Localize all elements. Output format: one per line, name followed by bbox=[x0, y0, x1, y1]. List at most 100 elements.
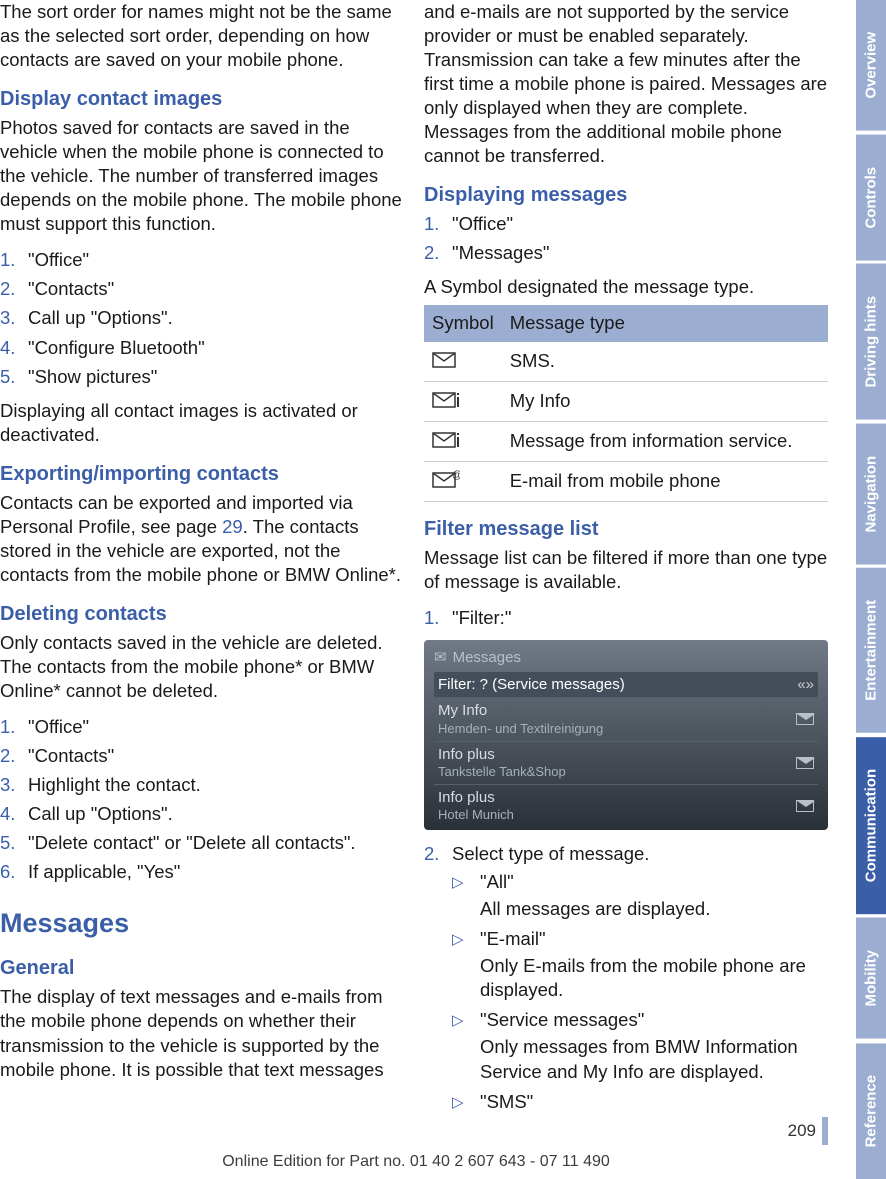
list-item: Highlight the contact. bbox=[0, 773, 404, 797]
delete-body: Only contacts saved in the vehicle are d… bbox=[0, 631, 404, 703]
table-cell: My Info bbox=[502, 381, 828, 421]
table-cell: SMS. bbox=[502, 342, 828, 382]
screenshot-row-text: Filter: ? (Service messages) bbox=[438, 675, 625, 695]
symbol-note: A Symbol designated the message type. bbox=[424, 275, 828, 299]
heading-deleting-contacts: Deleting contacts bbox=[0, 601, 404, 627]
display-images-steps: "Office" "Contacts" Call up "Options". "… bbox=[0, 248, 404, 388]
table-row: Message from information service. bbox=[424, 421, 828, 461]
page-number-text: 209 bbox=[788, 1120, 816, 1142]
page-number: 209 bbox=[788, 1117, 828, 1145]
heading-general: General bbox=[0, 955, 404, 981]
list-item: "Show pictures" bbox=[0, 365, 404, 389]
screenshot-row-text: My Info bbox=[438, 701, 603, 721]
general-continuation: and e-mails are not supported by the ser… bbox=[424, 0, 828, 168]
filter-options: "All" All messages are displayed. "E-mai… bbox=[452, 870, 828, 1113]
option-desc: All messages are displayed. bbox=[480, 897, 828, 921]
screenshot-row: Info plus Hotel Munich bbox=[434, 784, 818, 827]
table-cell: Message from information service. bbox=[502, 421, 828, 461]
screenshot-row-sub: Hotel Munich bbox=[438, 807, 514, 824]
option-label: "All" bbox=[480, 871, 514, 892]
screenshot-header: ✉ Messages bbox=[434, 648, 818, 668]
svg-text:@: @ bbox=[452, 470, 460, 481]
screenshot-row-text: Info plus bbox=[438, 788, 514, 808]
table-row: My Info bbox=[424, 381, 828, 421]
envelope-icon bbox=[796, 800, 814, 812]
envelope-at-icon: @ bbox=[432, 470, 460, 494]
table-head-type: Message type bbox=[502, 305, 828, 341]
list-item: "Filter:" bbox=[424, 606, 828, 630]
heading-display-contact-images: Display contact images bbox=[0, 86, 404, 112]
section-tabs: Overview Controls Driving hints Navigati… bbox=[856, 0, 886, 1179]
list-item: "Messages" bbox=[424, 241, 828, 265]
filter-steps-2: Select type of message. "All" All messag… bbox=[424, 842, 828, 1113]
list-item: "Office" bbox=[424, 212, 828, 236]
footer-text: Online Edition for Part no. 01 40 2 607 … bbox=[0, 1152, 832, 1173]
page-ref-link[interactable]: 29 bbox=[222, 516, 243, 537]
heading-displaying-messages: Displaying messages bbox=[424, 182, 828, 208]
display-images-body: Photos saved for contacts are saved in t… bbox=[0, 116, 404, 236]
list-item: If applicable, "Yes" bbox=[0, 860, 404, 884]
envelope-icon bbox=[796, 757, 814, 769]
list-item: Call up "Options". bbox=[0, 306, 404, 330]
idrive-screenshot: ✉ Messages Filter: ? (Service messages) … bbox=[424, 640, 828, 830]
list-item: "Service messages" Only messages from BM… bbox=[452, 1008, 828, 1083]
tab-controls[interactable]: Controls bbox=[856, 135, 886, 261]
delete-steps: "Office" "Contacts" Highlight the contac… bbox=[0, 715, 404, 884]
general-body: The display of text messages and e-mails… bbox=[0, 985, 404, 1081]
option-desc: Only E-mails from the mobile phone are d… bbox=[480, 954, 828, 1002]
export-body: Contacts can be exported and imported vi… bbox=[0, 491, 404, 587]
section-title-messages: Messages bbox=[0, 906, 404, 941]
heading-export-import: Exporting/importing contacts bbox=[0, 461, 404, 487]
tab-navigation[interactable]: Navigation bbox=[856, 424, 886, 565]
list-item: "Delete contact" or "Delete all contacts… bbox=[0, 831, 404, 855]
tab-mobility[interactable]: Mobility bbox=[856, 918, 886, 1039]
option-desc: Only messages from BMW Information Servi… bbox=[480, 1035, 828, 1083]
list-item: "Contacts" bbox=[0, 277, 404, 301]
table-head-symbol: Symbol bbox=[424, 305, 502, 341]
display-images-after: Displaying all contact images is activat… bbox=[0, 399, 404, 447]
messages-icon: ✉ bbox=[434, 648, 447, 668]
screenshot-row: Info plus Tankstelle Tank&Shop bbox=[434, 741, 818, 784]
list-item: "Office" bbox=[0, 715, 404, 739]
screenshot-title: Messages bbox=[453, 648, 521, 668]
list-item: "E-mail" Only E-mails from the mobile ph… bbox=[452, 927, 828, 1002]
option-label: "E-mail" bbox=[480, 928, 546, 949]
sort-order-note: The sort order for names might not be th… bbox=[0, 0, 404, 72]
left-column: The sort order for names might not be th… bbox=[0, 0, 404, 1124]
tab-overview[interactable]: Overview bbox=[856, 0, 886, 131]
list-item: "SMS" bbox=[452, 1090, 828, 1114]
envelope-i-icon bbox=[432, 390, 460, 414]
screenshot-row-text: Info plus bbox=[438, 745, 566, 765]
list-item: "All" All messages are displayed. bbox=[452, 870, 828, 921]
text: Select type of message. bbox=[452, 843, 649, 864]
envelope-icon bbox=[432, 350, 456, 374]
table-cell: E-mail from mobile phone bbox=[502, 461, 828, 501]
option-label: "SMS" bbox=[480, 1091, 533, 1112]
tab-communication[interactable]: Communication bbox=[856, 737, 886, 914]
list-item: "Configure Bluetooth" bbox=[0, 336, 404, 360]
displaying-steps: "Office" "Messages" bbox=[424, 212, 828, 265]
list-item: Select type of message. "All" All messag… bbox=[424, 842, 828, 1113]
filter-body: Message list can be filtered if more tha… bbox=[424, 546, 828, 594]
screenshot-row-sub: Tankstelle Tank&Shop bbox=[438, 764, 566, 781]
list-item: Call up "Options". bbox=[0, 802, 404, 826]
page-marker-bar bbox=[822, 1117, 828, 1145]
envelope-info-icon bbox=[432, 430, 460, 454]
right-column: and e-mails are not supported by the ser… bbox=[424, 0, 828, 1124]
envelope-icon bbox=[796, 713, 814, 725]
tab-reference[interactable]: Reference bbox=[856, 1043, 886, 1179]
tab-entertainment[interactable]: Entertainment bbox=[856, 568, 886, 733]
screenshot-row: Filter: ? (Service messages) «» bbox=[434, 672, 818, 698]
option-label: "Service messages" bbox=[480, 1009, 644, 1030]
screenshot-row-sub: Hemden- und Textilreinigung bbox=[438, 721, 603, 738]
filter-steps: "Filter:" bbox=[424, 606, 828, 630]
chevrons-icon: «» bbox=[797, 675, 814, 695]
screenshot-row: My Info Hemden- und Textilreinigung bbox=[434, 697, 818, 740]
message-type-table: Symbol Message type SMS. My Info Message… bbox=[424, 305, 828, 502]
table-row: @ E-mail from mobile phone bbox=[424, 461, 828, 501]
heading-filter-message-list: Filter message list bbox=[424, 516, 828, 542]
table-row: SMS. bbox=[424, 342, 828, 382]
list-item: "Office" bbox=[0, 248, 404, 272]
list-item: "Contacts" bbox=[0, 744, 404, 768]
tab-driving-hints[interactable]: Driving hints bbox=[856, 264, 886, 420]
